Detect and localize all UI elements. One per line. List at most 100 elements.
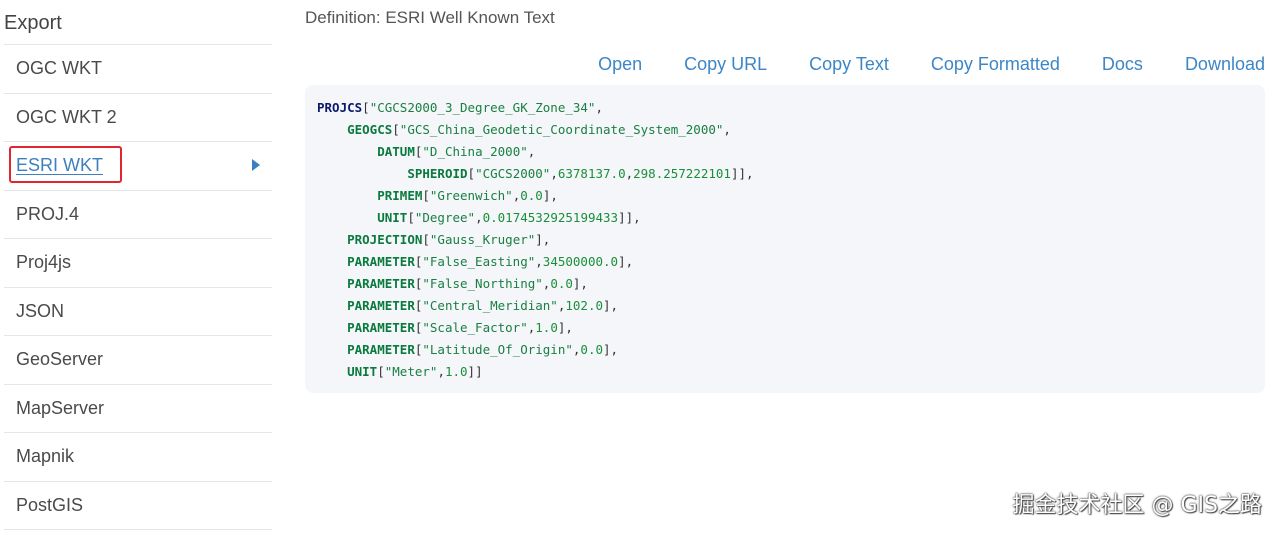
code-token: 34500000.0 <box>542 254 619 269</box>
sidebar-item-label[interactable]: MapServer <box>16 398 104 419</box>
code-token: "False_Easting" <box>422 254 536 269</box>
copy-formatted-link[interactable]: Copy Formatted <box>931 54 1060 75</box>
code-token: PARAMETER <box>347 298 415 313</box>
code-token: ], <box>603 342 619 357</box>
code-token: ]], <box>618 210 641 225</box>
code-token: , <box>475 210 483 225</box>
sidebar-item-label[interactable]: GeoServer <box>16 349 103 370</box>
sidebar-item-label[interactable]: ESRI WKT <box>16 155 103 176</box>
code-line: PARAMETER["Scale_Factor",1.0], <box>317 317 1253 339</box>
action-bar: Open Copy URL Copy Text Copy Formatted D… <box>598 54 1265 75</box>
code-token: [ <box>392 122 400 137</box>
code-token: PROJECTION <box>347 232 423 247</box>
code-token: UNIT <box>377 210 408 225</box>
code-token: [ <box>407 210 415 225</box>
code-token: "D_China_2000" <box>422 144 528 159</box>
code-token: [ <box>362 100 370 115</box>
code-token: , <box>550 166 558 181</box>
code-token: 1.0 <box>444 364 468 379</box>
sidebar-title: Export <box>4 12 62 34</box>
code-token: GEOGCS <box>347 122 393 137</box>
code-token: ], <box>572 276 588 291</box>
sidebar-item-label[interactable]: Proj4js <box>16 252 71 273</box>
code-token: "Greenwich" <box>429 188 513 203</box>
code-line: PARAMETER["False_Northing",0.0], <box>317 273 1253 295</box>
code-line: PARAMETER["Latitude_Of_Origin",0.0], <box>317 339 1253 361</box>
sidebar-item-label[interactable]: OGC WKT <box>16 58 102 79</box>
sidebar-item-label[interactable]: PostGIS <box>16 495 83 516</box>
open-link[interactable]: Open <box>598 54 642 75</box>
code-token: ], <box>618 254 634 269</box>
code-token: "Latitude_Of_Origin" <box>422 342 573 357</box>
export-format-list: OGC WKT OGC WKT 2 ESRI WKT PROJ.4 Proj4j… <box>4 45 272 530</box>
code-line: DATUM["D_China_2000", <box>317 141 1253 163</box>
code-token: "CGCS2000_3_Degree_GK_Zone_34" <box>369 100 596 115</box>
sidebar-item-label[interactable]: Mapnik <box>16 446 74 467</box>
code-token: [ <box>422 232 430 247</box>
download-link[interactable]: Download <box>1185 54 1265 75</box>
code-token: PARAMETER <box>347 320 415 335</box>
caret-right-icon <box>252 159 260 171</box>
code-line: PRIMEM["Greenwich",0.0], <box>317 185 1253 207</box>
code-line: PROJECTION["Gauss_Kruger"], <box>317 229 1253 251</box>
code-token: "CGCS2000" <box>475 166 551 181</box>
definition-title: Definition: ESRI Well Known Text <box>305 8 555 27</box>
sidebar-item-ogc-wkt-2[interactable]: OGC WKT 2 <box>4 94 272 142</box>
sidebar-item-proj4js[interactable]: Proj4js <box>4 239 272 288</box>
code-line: PARAMETER["Central_Meridian",102.0], <box>317 295 1253 317</box>
code-token: , <box>535 254 543 269</box>
copy-url-link[interactable]: Copy URL <box>684 54 767 75</box>
code-token: 0.0 <box>580 342 603 357</box>
code-token: 0.0174532925199433 <box>482 210 619 225</box>
code-token: , <box>527 144 536 159</box>
sidebar-item-mapnik[interactable]: Mapnik <box>4 433 272 482</box>
code-token: , <box>437 364 445 379</box>
code-token: PROJCS <box>317 100 363 115</box>
code-line: PROJCS["CGCS2000_3_Degree_GK_Zone_34", <box>317 97 1253 119</box>
code-token: "GCS_China_Geodetic_Coordinate_System_20… <box>399 122 724 137</box>
copy-text-link[interactable]: Copy Text <box>809 54 889 75</box>
code-token: , <box>595 100 603 115</box>
code-token: ], <box>557 320 573 335</box>
docs-link[interactable]: Docs <box>1102 54 1143 75</box>
code-token: PARAMETER <box>347 276 415 291</box>
export-sidebar: Export OGC WKT OGC WKT 2 ESRI WKT PROJ.4… <box>0 0 272 535</box>
code-line: GEOGCS["GCS_China_Geodetic_Coordinate_Sy… <box>317 119 1253 141</box>
sidebar-item-geoserver[interactable]: GeoServer <box>4 336 272 385</box>
sidebar-item-ogc-wkt[interactable]: OGC WKT <box>4 45 272 94</box>
code-line: PARAMETER["False_Easting",34500000.0], <box>317 251 1253 273</box>
code-token: "Meter" <box>384 364 438 379</box>
code-token: "Scale_Factor" <box>422 320 528 335</box>
code-token: 0.0 <box>520 188 543 203</box>
sidebar-item-esri-wkt[interactable]: ESRI WKT <box>4 142 272 191</box>
code-line: UNIT["Degree",0.0174532925199433]], <box>317 207 1253 229</box>
code-token: , <box>625 166 634 181</box>
code-token: "Central_Meridian" <box>422 298 558 313</box>
sidebar-item-label[interactable]: PROJ.4 <box>16 204 79 225</box>
code-token: [ <box>377 364 385 379</box>
code-token: SPHEROID <box>407 166 468 181</box>
code-token: 0.0 <box>550 276 573 291</box>
code-line: SPHEROID["CGCS2000",6378137.0,298.257222… <box>317 163 1253 185</box>
code-token: ], <box>603 298 619 313</box>
sidebar-item-label[interactable]: OGC WKT 2 <box>16 107 117 128</box>
sidebar-item-label[interactable]: JSON <box>16 301 64 322</box>
code-token: PARAMETER <box>347 342 415 357</box>
wkt-code-block: PROJCS["CGCS2000_3_Degree_GK_Zone_34", G… <box>317 97 1253 383</box>
sidebar-item-proj4[interactable]: PROJ.4 <box>4 191 272 239</box>
code-token: "Gauss_Kruger" <box>429 232 536 247</box>
code-line: UNIT["Meter",1.0]] <box>317 361 1253 383</box>
code-token: "False_Northing" <box>422 276 543 291</box>
code-token: "Degree" <box>414 210 476 225</box>
watermark-text: 掘金技术社区 @ GIS之路 <box>1012 493 1263 518</box>
sidebar-item-json[interactable]: JSON <box>4 288 272 336</box>
code-token: ], <box>535 232 551 247</box>
code-token: ]], <box>730 166 754 181</box>
code-token: DATUM <box>377 144 415 159</box>
code-token: UNIT <box>347 364 378 379</box>
code-token: PARAMETER <box>347 254 415 269</box>
code-token: [ <box>467 166 476 181</box>
sidebar-item-postgis[interactable]: PostGIS <box>4 482 272 530</box>
code-token: [ <box>422 188 430 203</box>
sidebar-item-mapserver[interactable]: MapServer <box>4 385 272 433</box>
